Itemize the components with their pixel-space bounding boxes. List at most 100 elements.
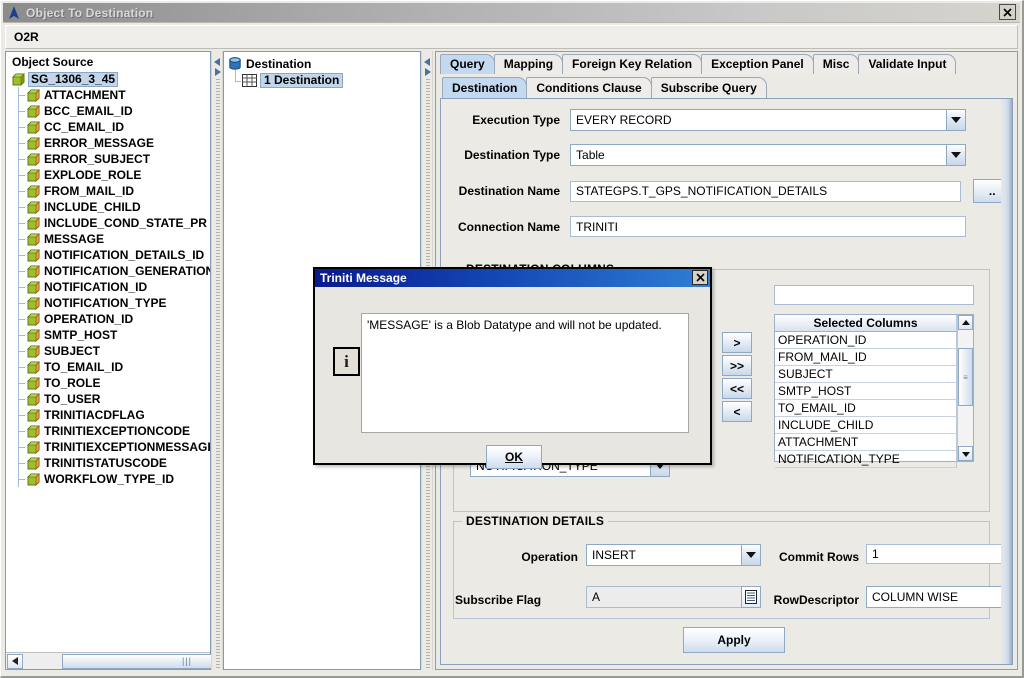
row-descriptor-combo[interactable]: COLUMN WISE	[866, 586, 1013, 608]
selected-columns-filter-input[interactable]	[774, 285, 975, 305]
tab-subscribe-query[interactable]: Subscribe Query	[650, 77, 767, 98]
object-source-item[interactable]: SUBJECT	[9, 343, 210, 359]
selected-column-row[interactable]: OPERATION_ID	[775, 332, 958, 349]
object-source-item[interactable]: ERROR_SUBJECT	[9, 151, 210, 167]
destination-details-group-label: DESTINATION DETAILS	[462, 514, 609, 528]
content-vscrollbar[interactable]	[1001, 99, 1012, 664]
selected-column-row[interactable]: SUBJECT	[775, 366, 958, 383]
destination-type-value: Table	[576, 148, 605, 162]
destination-root-node[interactable]: Destination	[228, 55, 420, 72]
object-source-item[interactable]: EXPLODE_ROLE	[9, 167, 210, 183]
triangle-down-icon	[961, 451, 970, 457]
tab-exception-panel[interactable]: Exception Panel	[701, 54, 814, 74]
object-source-item[interactable]: TO_ROLE	[9, 375, 210, 391]
selected-column-row[interactable]: INCLUDE_CHILD	[775, 417, 958, 434]
object-source-item[interactable]: WORKFLOW_TYPE_ID	[9, 471, 210, 487]
cube-icon	[27, 392, 40, 406]
selected-columns-table[interactable]: Selected Columns OPERATION_ID FROM_MAIL_I…	[774, 314, 975, 468]
apply-button[interactable]: Apply	[683, 627, 786, 653]
selected-column-row[interactable]: TO_EMAIL_ID	[775, 400, 958, 417]
commit-rows-input[interactable]: 1	[866, 544, 1013, 564]
hscroll-track[interactable]: |||	[24, 653, 312, 669]
object-source-item[interactable]: BCC_EMAIL_ID	[9, 103, 210, 119]
object-source-item[interactable]: NOTIFICATION_GENERATION	[9, 263, 210, 279]
scroll-down-button[interactable]	[958, 446, 974, 461]
splitter-grip[interactable]	[216, 79, 220, 668]
tab-misc[interactable]: Misc	[812, 54, 860, 74]
tab-validate-input[interactable]: Validate Input	[858, 54, 957, 74]
vscroll-thumb[interactable]: ≡	[958, 348, 974, 406]
object-source-item-label: EXPLODE_ROLE	[44, 168, 142, 182]
cube-icon	[27, 360, 40, 374]
subscribe-flag-input[interactable]: A	[586, 586, 742, 608]
operation-label: Operation	[521, 550, 579, 564]
object-source-item-label: NOTIFICATION_GENERATION	[44, 264, 210, 278]
object-source-item[interactable]: ERROR_MESSAGE	[9, 135, 210, 151]
object-source-item[interactable]: OPERATION_ID	[9, 311, 210, 327]
object-source-item[interactable]: CC_EMAIL_ID	[9, 119, 210, 135]
object-source-panel: Object Source SG_1306_3_45 ATTACHMENT BC…	[5, 51, 312, 670]
splitter-collapse-right-icon[interactable]	[424, 55, 431, 66]
tab-foreign-key-relation[interactable]: Foreign Key Relation	[562, 54, 703, 74]
chevron-down-icon[interactable]	[946, 145, 966, 165]
object-source-item[interactable]: TRINITIEXCEPTIONCODE	[9, 423, 210, 439]
object-source-item-label: SMTP_HOST	[44, 328, 118, 342]
scroll-left-button[interactable]	[7, 653, 23, 669]
destination-type-combo[interactable]: Table	[570, 144, 967, 166]
execution-type-combo[interactable]: EVERY RECORD	[570, 109, 967, 131]
tab-destination[interactable]: Destination	[442, 77, 528, 98]
splitter-collapse-left-icon[interactable]	[214, 55, 221, 66]
tab-mapping[interactable]: Mapping	[493, 54, 564, 74]
chevron-down-icon[interactable]	[946, 110, 966, 130]
chevron-down-icon[interactable]	[741, 545, 761, 565]
move-left-button[interactable]: <	[722, 401, 753, 422]
object-source-item[interactable]: TRINITIACDFLAG	[9, 407, 210, 423]
object-source-item[interactable]: TO_USER	[9, 391, 210, 407]
splitter-expand-left-icon[interactable]	[214, 65, 221, 76]
object-source-item[interactable]: TRINITIEXCEPTIONMESSAGE	[9, 439, 210, 455]
cube-icon	[27, 456, 40, 470]
object-source-item[interactable]: INCLUDE_COND_STATE_PR	[9, 215, 210, 231]
destination-details-group: DESTINATION DETAILS Operation INSERT Com…	[453, 514, 1013, 619]
object-source-item[interactable]: TRINITISTATUSCODE	[9, 455, 210, 471]
destination-name-input[interactable]: STATEGPS.T_GPS_NOTIFICATION_DETAILS	[570, 180, 961, 202]
selected-column-row[interactable]: NOTIFICATION_TYPE	[775, 451, 958, 468]
splitter-left[interactable]	[211, 51, 223, 670]
selected-column-row[interactable]: SMTP_HOST	[775, 383, 958, 400]
selected-columns-vscrollbar[interactable]: ≡	[957, 315, 974, 461]
selected-column-row[interactable]: FROM_MAIL_ID	[775, 349, 958, 366]
object-source-item-label: MESSAGE	[44, 232, 105, 246]
object-source-item[interactable]: ATTACHMENT	[9, 87, 210, 103]
cube-icon	[27, 120, 40, 134]
scroll-up-button[interactable]	[958, 315, 974, 330]
destination-name-row: Destination Name STATEGPS.T_GPS_NOTIFICA…	[441, 179, 1012, 203]
vscroll-track[interactable]: ≡	[958, 330, 974, 446]
destination-child-node[interactable]: 1 Destination	[228, 70, 420, 89]
object-source-item[interactable]: NOTIFICATION_DETAILS_ID	[9, 247, 210, 263]
selected-column-row[interactable]: ATTACHMENT	[775, 434, 958, 451]
object-source-item[interactable]: TO_EMAIL_ID	[9, 359, 210, 375]
tab-query[interactable]: Query	[440, 54, 495, 74]
move-all-right-button[interactable]: >>	[722, 355, 753, 376]
operation-combo[interactable]: INSERT	[586, 544, 762, 566]
object-source-item[interactable]: SMTP_HOST	[9, 327, 210, 343]
connection-name-input[interactable]: TRINITI	[570, 216, 967, 237]
app-logo-icon	[5, 4, 23, 22]
cube-icon	[27, 168, 40, 182]
object-source-item[interactable]: NOTIFICATION_ID	[9, 279, 210, 295]
tree-root-node[interactable]: SG_1306_3_45	[9, 71, 210, 87]
move-right-button[interactable]: >	[722, 332, 753, 353]
object-source-item[interactable]: MESSAGE	[9, 231, 210, 247]
move-all-left-button[interactable]: <<	[722, 378, 753, 399]
window-close-button[interactable]	[999, 4, 1016, 20]
object-source-item[interactable]: FROM_MAIL_ID	[9, 183, 210, 199]
dialog-close-button[interactable]	[692, 270, 708, 285]
object-source-hscrollbar[interactable]: |||	[6, 652, 312, 669]
object-source-item[interactable]: NOTIFICATION_TYPE	[9, 295, 210, 311]
object-source-tree[interactable]: Object Source SG_1306_3_45 ATTACHMENT BC…	[6, 52, 210, 652]
splitter-expand-right-icon[interactable]	[424, 65, 432, 76]
dialog-ok-button[interactable]: OK	[486, 445, 542, 469]
tab-conditions-clause[interactable]: Conditions Clause	[526, 77, 652, 98]
object-source-item[interactable]: INCLUDE_CHILD	[9, 199, 210, 215]
dialog-title-bar: Triniti Message	[315, 269, 710, 287]
